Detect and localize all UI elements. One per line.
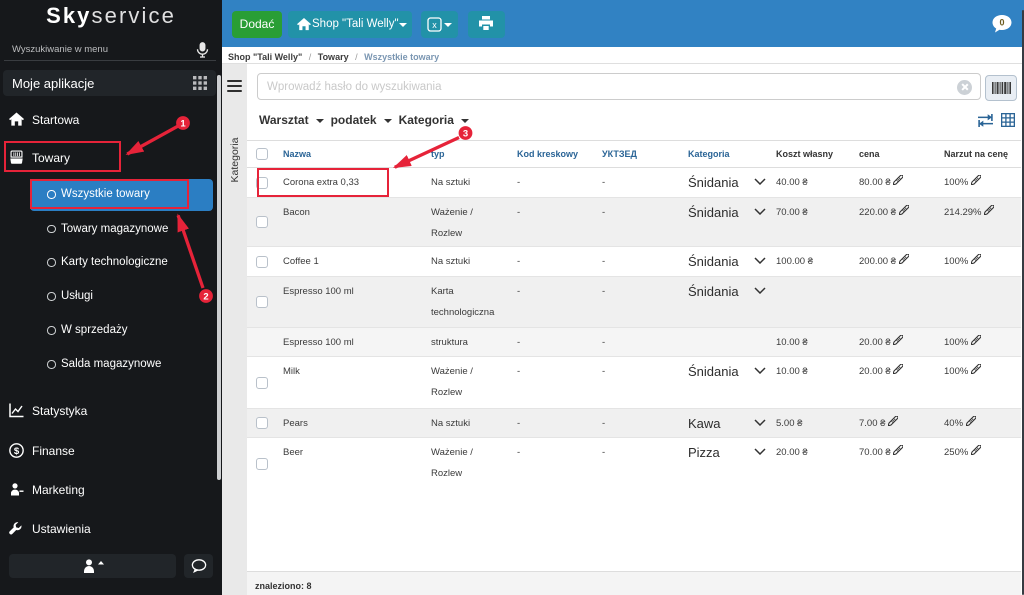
svg-text:$: $ [14, 445, 20, 456]
svg-text:0: 0 [999, 18, 1004, 28]
svg-text:x: x [432, 20, 437, 30]
